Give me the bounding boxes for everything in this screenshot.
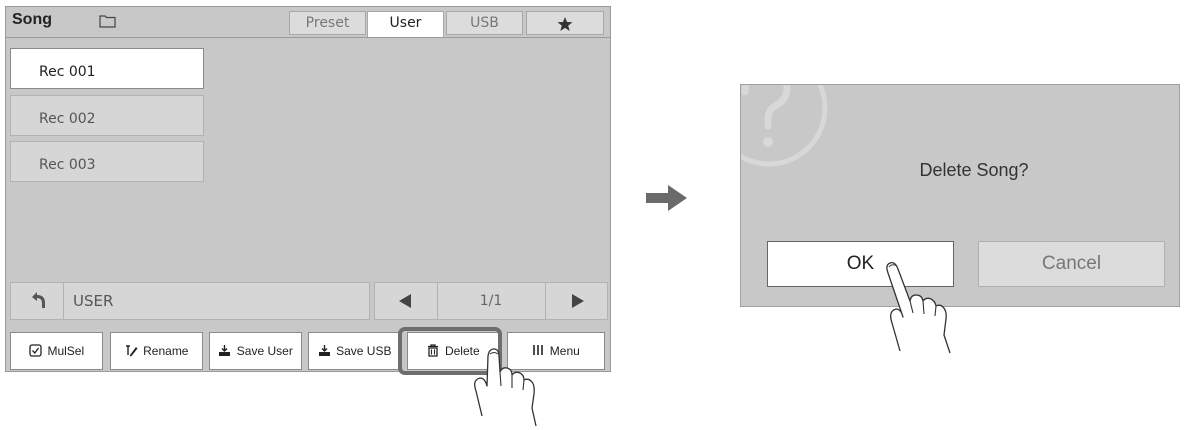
top-bar: Song Preset User USB [6,7,610,38]
cancel-button[interactable]: Cancel [978,241,1165,287]
path-bar: USER [10,282,370,320]
multi-select-icon [29,343,46,358]
rename-label: Rename [143,344,189,358]
rename-button[interactable]: Rename [110,332,203,370]
triangle-right-icon [546,294,608,323]
mulsel-button[interactable]: MulSel [10,332,103,370]
tab-user[interactable]: User [367,11,444,37]
star-icon [557,17,573,36]
page-next-button[interactable] [545,283,608,319]
triangle-left-icon [375,294,437,323]
save-user-label: Save User [236,344,293,358]
right-arrow-icon [646,183,688,217]
folder-icon[interactable] [99,13,116,32]
rename-icon [125,343,142,358]
pager: 1/1 [374,282,608,320]
back-button[interactable] [11,283,64,319]
back-arrow-icon [11,292,63,323]
tab-preset[interactable]: Preset [289,11,366,35]
file-item-rec-002[interactable]: Rec 002 [10,95,204,136]
page-indicator: 1/1 [479,293,503,309]
save-user-icon [218,343,235,358]
file-item-rec-003[interactable]: Rec 003 [10,141,204,182]
page-prev-button[interactable] [375,283,438,319]
song-browser-screen: Song Preset User USB Rec 001 Rec 002 Rec… [5,6,611,372]
save-usb-button[interactable]: Save USB [308,332,401,370]
save-usb-icon [318,343,335,358]
mulsel-label: MulSel [47,344,85,358]
tab-usb[interactable]: USB [446,11,523,35]
hand-pointer-icon [452,336,562,430]
path-label: USER [73,292,114,310]
screen-title: Song [12,11,52,28]
tab-favorites[interactable] [526,11,604,35]
dialog-message: Delete Song? [919,160,1029,180]
save-user-button[interactable]: Save User [209,332,302,370]
file-item-rec-001[interactable]: Rec 001 [10,48,204,89]
hand-pointer-icon [860,243,970,359]
save-usb-label: Save USB [336,344,392,358]
